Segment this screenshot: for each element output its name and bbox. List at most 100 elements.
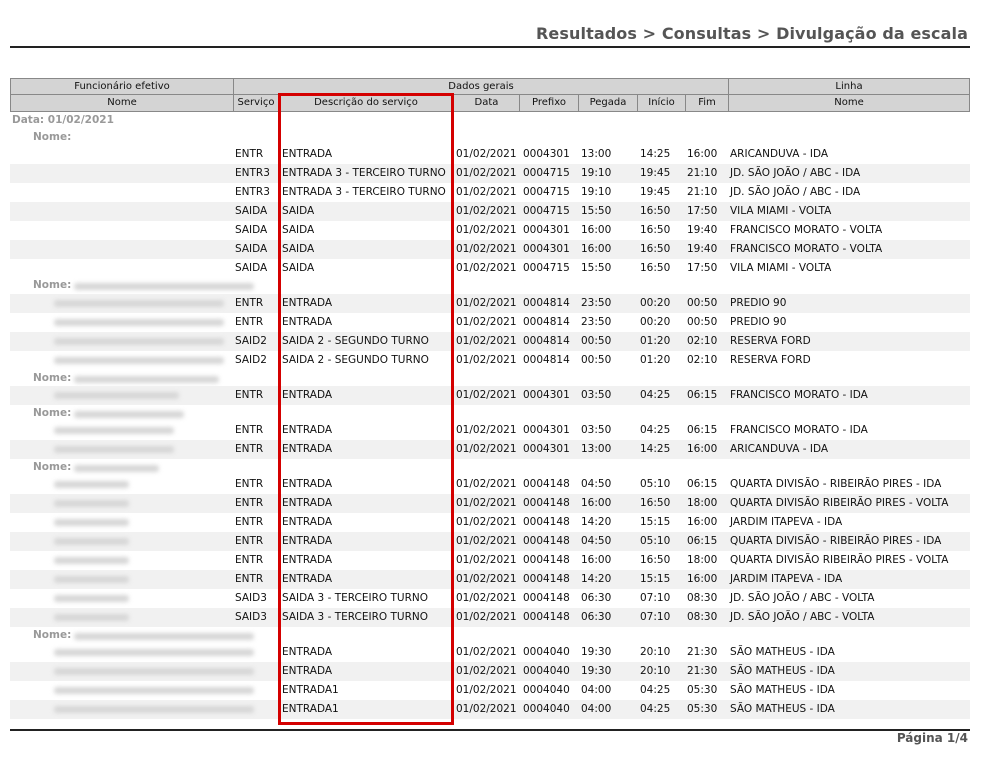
cell-data: 01/02/2021 <box>456 592 517 604</box>
redacted-name <box>54 481 129 488</box>
cell-pegada: 14:20 <box>581 573 612 585</box>
cell-prefixo: 0004148 <box>523 497 570 509</box>
cell-linha: FRANCISCO MORATO - IDA <box>730 424 868 436</box>
cell-pegada: 06:30 <box>581 611 612 623</box>
cell-servico: SAIDA <box>235 224 268 236</box>
page-title: Resultados > Consultas > Divulgação da e… <box>536 24 968 43</box>
cell-prefixo: 0004715 <box>523 262 570 274</box>
cell-fim: 16:00 <box>687 573 718 585</box>
column-header-pegada: Pegada <box>578 94 638 112</box>
table-row: ENTR ENTRADA 01/02/2021 0004148 04:50 05:10 06… <box>10 475 970 494</box>
cell-fim: 00:50 <box>687 297 718 309</box>
cell-pegada: 04:00 <box>581 684 612 696</box>
cell-data: 01/02/2021 <box>456 443 517 455</box>
redacted-name <box>74 633 254 640</box>
cell-fim: 16:00 <box>687 516 718 528</box>
cell-pegada: 15:50 <box>581 262 612 274</box>
page-number: Página 1/4 <box>896 731 968 745</box>
cell-fim: 17:50 <box>687 262 718 274</box>
redacted-name <box>54 300 224 307</box>
redacted-name <box>54 576 129 583</box>
cell-data: 01/02/2021 <box>456 665 517 677</box>
cell-inicio: 05:10 <box>640 478 671 490</box>
column-header-inicio: Início <box>637 94 686 112</box>
cell-servico: ENTR <box>235 554 264 566</box>
cell-linha: JARDIM ITAPEVA - IDA <box>730 516 843 528</box>
table-row: ENTR ENTRADA 01/02/2021 0004148 16:00 16:50 18… <box>10 494 970 513</box>
cell-inicio: 05:10 <box>640 535 671 547</box>
cell-linha: SÃO MATHEUS - IDA <box>730 684 835 696</box>
cell-inicio: 04:25 <box>640 684 671 696</box>
cell-fim: 21:30 <box>687 665 718 677</box>
cell-pegada: 04:50 <box>581 478 612 490</box>
cell-data: 01/02/2021 <box>456 516 517 528</box>
cell-linha: ARICANDUVA - IDA <box>730 443 829 455</box>
table-row: ENTR ENTRADA 01/02/2021 0004148 16:00 16:50 18… <box>10 551 970 570</box>
cell-fim: 17:50 <box>687 205 718 217</box>
redacted-name <box>54 538 129 545</box>
nome-label: Nome: <box>33 279 72 291</box>
cell-prefixo: 0004715 <box>523 205 570 217</box>
cell-data: 01/02/2021 <box>456 224 517 236</box>
cell-data: 01/02/2021 <box>456 573 517 585</box>
cell-inicio: 00:20 <box>640 297 671 309</box>
redacted-name <box>54 649 254 656</box>
cell-inicio: 16:50 <box>640 554 671 566</box>
cell-inicio: 16:50 <box>640 224 671 236</box>
cell-prefixo: 0004148 <box>523 592 570 604</box>
cell-fim: 06:15 <box>687 535 718 547</box>
cell-data: 01/02/2021 <box>456 611 517 623</box>
table-row: ENTR3 ENTRADA 3 - TERCEIRO TURNO 01/02/202… <box>10 164 970 183</box>
table-row: ENTR ENTRADA 01/02/2021 0004148 04:50 05:10 06… <box>10 532 970 551</box>
cell-servico: ENTR <box>235 573 264 585</box>
cell-fim: 19:40 <box>687 243 718 255</box>
cell-linha: SÃO MATHEUS - IDA <box>730 665 835 677</box>
cell-prefixo: 0004814 <box>523 335 570 347</box>
cell-servico: SAID3 <box>235 611 267 623</box>
cell-linha: QUARTA DIVISÃO RIBEIRÃO PIRES - VOLTA <box>730 497 949 509</box>
cell-linha: SÃO MATHEUS - IDA <box>730 646 835 658</box>
header-linha: Linha <box>728 78 970 95</box>
cell-fim: 21:10 <box>687 167 718 179</box>
cell-linha: JD. SÃO JOÃO / ABC - IDA <box>730 186 861 198</box>
cell-data: 01/02/2021 <box>456 205 517 217</box>
column-header-nome: Nome <box>10 94 234 112</box>
cell-prefixo: 0004148 <box>523 573 570 585</box>
cell-servico: ENTR <box>235 535 264 547</box>
cell-prefixo: 0004040 <box>523 665 570 677</box>
cell-linha: VILA MIAMI - VOLTA <box>730 262 832 274</box>
cell-pegada: 16:00 <box>581 497 612 509</box>
cell-pegada: 03:50 <box>581 424 612 436</box>
cell-servico: ENTR <box>235 424 264 436</box>
cell-servico: ENTR <box>235 297 264 309</box>
cell-fim: 06:15 <box>687 424 718 436</box>
cell-data: 01/02/2021 <box>456 389 517 401</box>
cell-inicio: 00:20 <box>640 316 671 328</box>
cell-fim: 16:00 <box>687 148 718 160</box>
cell-inicio: 04:25 <box>640 389 671 401</box>
cell-data: 01/02/2021 <box>456 148 517 160</box>
cell-servico: SAIDA <box>235 262 268 274</box>
cell-data: 01/02/2021 <box>456 186 517 198</box>
redacted-name <box>54 500 129 507</box>
cell-linha: QUARTA DIVISÃO - RIBEIRÃO PIRES - IDA <box>730 478 942 490</box>
cell-linha: VILA MIAMI - VOLTA <box>730 205 832 217</box>
cell-data: 01/02/2021 <box>456 703 517 715</box>
cell-pegada: 19:30 <box>581 665 612 677</box>
cell-pegada: 04:00 <box>581 703 612 715</box>
highlight-box <box>278 93 454 725</box>
cell-prefixo: 0004148 <box>523 554 570 566</box>
cell-pegada: 14:20 <box>581 516 612 528</box>
cell-servico: ENTR3 <box>235 186 270 198</box>
cell-fim: 06:15 <box>687 389 718 401</box>
cell-prefixo: 0004148 <box>523 478 570 490</box>
cell-fim: 16:00 <box>687 443 718 455</box>
cell-data: 01/02/2021 <box>456 167 517 179</box>
cell-data: 01/02/2021 <box>456 297 517 309</box>
cell-fim: 02:10 <box>687 354 718 366</box>
cell-inicio: 01:20 <box>640 354 671 366</box>
redacted-name <box>54 668 254 675</box>
cell-linha: QUARTA DIVISÃO RIBEIRÃO PIRES - VOLTA <box>730 554 949 566</box>
cell-prefixo: 0004301 <box>523 424 570 436</box>
cell-pegada: 19:10 <box>581 186 612 198</box>
